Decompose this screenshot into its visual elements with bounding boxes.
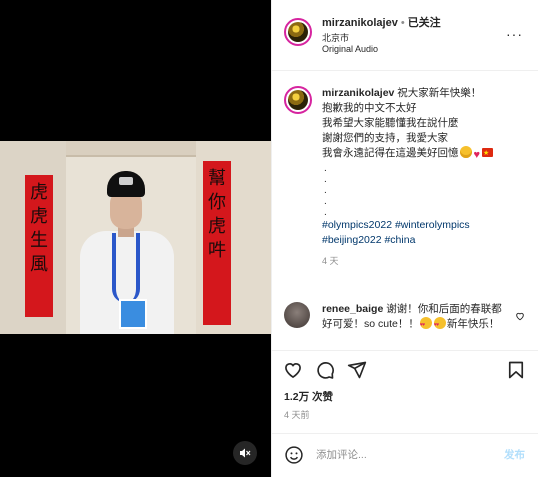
post-timestamp[interactable]: 4 天前: [284, 408, 310, 421]
location-link[interactable]: 北京市: [322, 31, 349, 44]
share-button[interactable]: [346, 359, 368, 381]
author-avatar[interactable]: [284, 18, 312, 46]
comment-icon: [317, 362, 334, 379]
post-side-panel: mirzanikolajev • 已关注 北京市 Original Audio ··…: [271, 0, 538, 477]
spring-couplet-right: 幫你虎吽: [203, 161, 231, 325]
hashtags-line[interactable]: #olympics2022 #winterolympics: [322, 218, 532, 233]
caption-line: 謝謝您們的支持，我愛大家: [322, 132, 448, 144]
caption-dot: .: [324, 185, 327, 196]
save-button[interactable]: [505, 359, 527, 381]
caption-dot: .: [324, 174, 327, 185]
smiley-icon: [285, 446, 303, 464]
couplet-character: 虎: [30, 206, 48, 227]
caption-body: mirzanikolajev 祝大家新年快樂！ 抱歉我的中文不太好 我希望大家能…: [322, 86, 532, 269]
caption-timestamp[interactable]: 4 天: [322, 254, 532, 269]
comment-body: renee_baige 谢谢！你和后面的春联都好可爱！so cute！！新年快乐…: [322, 302, 502, 333]
like-count[interactable]: 1.2万 次赞: [284, 389, 333, 404]
action-bar: [272, 356, 538, 384]
add-comment-bar: 添加评论... 发布: [272, 436, 538, 477]
post-video[interactable]: 虎虎生風 幫你虎吽: [0, 0, 271, 477]
comment-input-divider: [272, 433, 538, 434]
heart-outline-icon: [516, 312, 524, 321]
couplet-character: 生: [30, 230, 48, 251]
couplet-character: 虎: [208, 216, 226, 237]
heart-icon: [285, 363, 301, 379]
smiling-face-emoji-icon: [459, 146, 472, 158]
hashtags-line[interactable]: #beijing2022 #china: [322, 233, 532, 248]
video-frame: 虎虎生風 幫你虎吽: [0, 141, 271, 334]
caption-line: 我希望大家能聽懂我在說什麼: [322, 117, 459, 129]
couplet-character: 幫: [208, 168, 226, 189]
couplet-character: 風: [30, 254, 48, 275]
caption-first-line: mirzanikolajev 祝大家新年快樂！: [322, 86, 532, 101]
comment-input[interactable]: 添加评论...: [316, 447, 367, 462]
caption-dot: .: [324, 196, 327, 207]
audio-link[interactable]: Original Audio: [322, 44, 378, 54]
actions-divider: [272, 350, 538, 351]
author-username[interactable]: mirzanikolajev: [322, 17, 398, 29]
avatar-image: [288, 22, 308, 42]
caption-greeting: 祝大家新年快樂！: [397, 87, 482, 99]
instagram-post-frame: 虎虎生風 幫你虎吽 mirzanikolajev • 已关注 北京市 Origi…: [0, 0, 538, 477]
black-beanie: [107, 171, 145, 197]
heart-eyes-emoji-icon: [433, 317, 446, 333]
couplet-character: 虎: [30, 182, 48, 203]
beanie-logo: [119, 177, 133, 185]
couplet-character: 吽: [208, 240, 226, 261]
comment-text-end: 新年快乐！: [446, 318, 500, 330]
emoji-picker-button[interactable]: [284, 445, 304, 465]
mute-button[interactable]: [233, 441, 257, 465]
separator-dot: •: [400, 17, 405, 29]
caption-avatar[interactable]: [284, 86, 312, 114]
author-line: mirzanikolajev • 已关注: [322, 14, 441, 30]
heart-eyes-emoji-icon: [419, 317, 432, 333]
caption-username[interactable]: mirzanikolajev: [322, 87, 394, 99]
following-button[interactable]: 已关注: [408, 17, 441, 29]
spring-couplet-left: 虎虎生風: [25, 175, 53, 317]
post-header: mirzanikolajev • 已关注 北京市 Original Audio ··…: [272, 0, 538, 71]
couplet-character: 你: [208, 192, 226, 213]
caption-line: 我會永遠記得在這邊美好回憶: [322, 147, 459, 159]
lanyard: [112, 233, 140, 303]
china-flag-emoji-icon: [482, 146, 494, 161]
more-options-button[interactable]: ···: [506, 26, 523, 42]
caption-line: 抱歉我的中文不太好: [322, 102, 417, 114]
share-icon: [347, 361, 367, 379]
accreditation-badge: [119, 299, 147, 329]
person-figure: [72, 171, 182, 334]
like-button[interactable]: [282, 359, 304, 381]
caption-line-with-emoji: 我會永遠記得在這邊美好回憶 ♥: [322, 146, 532, 163]
caption-dot: .: [324, 207, 327, 218]
speaker-muted-icon: [240, 448, 251, 458]
post-comment-button[interactable]: 发布: [504, 447, 525, 462]
caption-dot: .: [324, 163, 327, 174]
comment-button[interactable]: [314, 359, 336, 381]
comment-like-button[interactable]: [515, 308, 525, 326]
commenter-avatar[interactable]: [284, 302, 310, 328]
bookmark-icon: [508, 361, 524, 379]
commenter-username[interactable]: renee_baige: [322, 303, 383, 315]
red-heart-emoji-icon: ♥: [473, 149, 481, 161]
avatar-image: [288, 90, 308, 110]
